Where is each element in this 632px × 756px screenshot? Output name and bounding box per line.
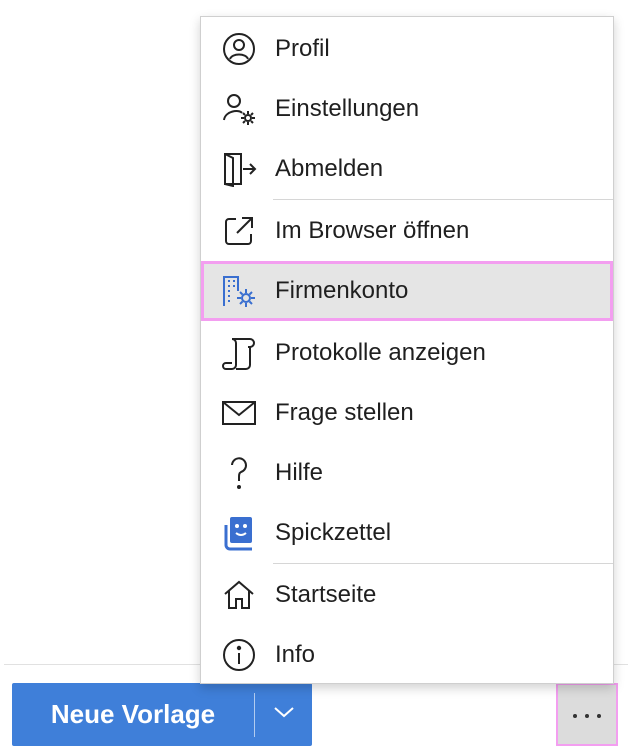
more-options-button[interactable] (556, 683, 618, 746)
chevron-down-icon (272, 705, 296, 724)
company-settings-icon (220, 272, 258, 310)
question-icon (220, 454, 258, 492)
new-template-dropdown-button[interactable] (255, 683, 312, 746)
menu-item-label: Hilfe (275, 459, 324, 486)
menu-item-spickzettel[interactable]: Spickzettel (201, 503, 613, 563)
user-settings-icon (220, 90, 258, 128)
open-external-icon (220, 212, 258, 250)
menu-item-label: Spickzettel (275, 519, 392, 546)
menu-item-info[interactable]: Info (201, 625, 613, 685)
menu-item-label: Firmenkonto (275, 277, 409, 304)
menu-item-startseite[interactable]: Startseite (201, 565, 613, 625)
ellipsis-icon (572, 706, 602, 724)
profile-icon (220, 30, 258, 68)
overflow-menu: Profil Einstellungen Abmelden Im Browser… (200, 16, 614, 684)
menu-item-einstellungen[interactable]: Einstellungen (201, 79, 613, 139)
menu-item-frage-stellen[interactable]: Frage stellen (201, 383, 613, 443)
menu-item-label: Im Browser öffnen (275, 217, 470, 244)
menu-item-label: Protokolle anzeigen (275, 339, 486, 366)
menu-item-profil[interactable]: Profil (201, 19, 613, 79)
mail-icon (220, 394, 258, 432)
menu-item-im-browser-oeffnen[interactable]: Im Browser öffnen (201, 201, 613, 261)
menu-item-label: Startseite (275, 581, 377, 608)
log-scroll-icon (220, 334, 258, 372)
menu-item-label: Abmelden (275, 155, 384, 182)
info-icon (220, 636, 258, 674)
menu-item-firmenkonto[interactable]: Firmenkonto (201, 261, 613, 321)
cheat-sheet-icon (220, 514, 258, 552)
menu-item-protokolle-anzeigen[interactable]: Protokolle anzeigen (201, 323, 613, 383)
menu-item-label: Frage stellen (275, 399, 414, 426)
sign-out-icon (220, 150, 258, 188)
menu-separator (273, 563, 613, 564)
home-icon (220, 576, 258, 614)
new-template-button[interactable]: Neue Vorlage (12, 683, 254, 746)
menu-item-abmelden[interactable]: Abmelden (201, 139, 613, 199)
new-template-split-button: Neue Vorlage (12, 683, 312, 746)
menu-item-label: Profil (275, 35, 330, 62)
menu-item-label: Einstellungen (275, 95, 420, 122)
menu-item-hilfe[interactable]: Hilfe (201, 443, 613, 503)
menu-separator (273, 199, 613, 200)
menu-item-label: Info (275, 641, 316, 668)
